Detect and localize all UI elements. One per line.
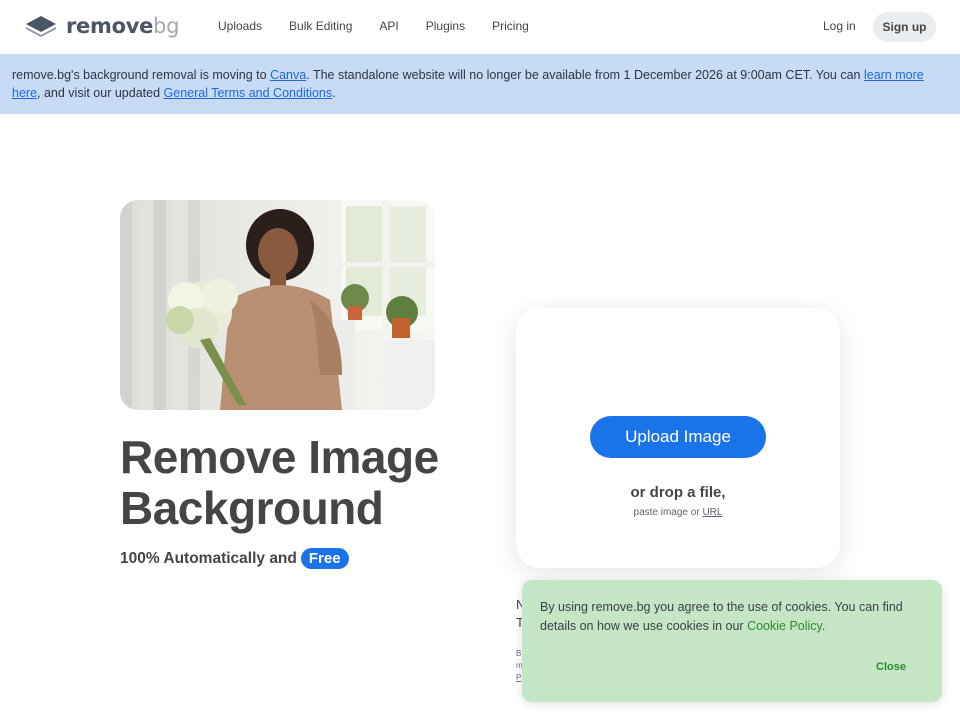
cookie-text: By using remove.bg you agree to the use … — [540, 598, 930, 636]
nav-links: Uploads Bulk Editing API Plugins Pricing — [218, 19, 556, 33]
banner-text-4: . — [332, 86, 336, 100]
login-link[interactable]: Log in — [823, 19, 856, 33]
page-title: Remove Image Background — [120, 432, 500, 534]
logo[interactable]: removebg — [24, 14, 179, 38]
announcement-banner: remove.bg's background removal is moving… — [0, 54, 960, 114]
cookie-text-2: . — [821, 619, 826, 633]
paste-url-link[interactable]: URL — [702, 507, 722, 518]
hero-image — [120, 200, 435, 410]
upload-card[interactable]: Upload Image or drop a file, paste image… — [516, 308, 840, 568]
cookie-close-button[interactable]: Close — [876, 661, 906, 673]
logo-text: removebg — [66, 14, 180, 38]
banner-text-2: . The standalone website will no longer … — [306, 68, 864, 82]
nav-link-bulk-editing[interactable]: Bulk Editing — [289, 19, 352, 33]
top-navigation: removebg Uploads Bulk Editing API Plugin… — [0, 0, 960, 54]
paste-hint-text: paste image or — [633, 507, 700, 518]
drop-file-text: or drop a file, — [630, 484, 726, 501]
terms-link[interactable]: General Terms and Conditions — [164, 86, 333, 100]
subtitle: 100% Automatically and Free — [120, 548, 349, 569]
banner-text-1: remove.bg's background removal is moving… — [12, 68, 271, 82]
cookie-consent-popup: By using remove.bg you agree to the use … — [522, 580, 942, 702]
hero-photo-illustration — [120, 200, 435, 410]
upload-image-button[interactable]: Upload Image — [590, 416, 766, 458]
cookie-text-1: By using remove.bg you agree to the use … — [540, 600, 903, 633]
nav-link-api[interactable]: API — [379, 19, 398, 33]
signup-button[interactable]: Sign up — [873, 12, 936, 42]
nav-link-uploads[interactable]: Uploads — [218, 19, 262, 33]
nav-link-pricing[interactable]: Pricing — [492, 19, 529, 33]
cookie-policy-link[interactable]: Cookie Policy — [747, 619, 822, 633]
canva-link[interactable]: Canva — [270, 68, 306, 82]
free-badge: Free — [300, 548, 349, 569]
subtitle-text: 100% Automatically and — [120, 549, 297, 567]
banner-text-3: , and visit our updated — [37, 86, 164, 100]
page-title-line-1: Remove Image — [120, 431, 439, 483]
paste-hint: paste image or URL — [516, 507, 840, 518]
logo-icon — [26, 16, 56, 37]
nav-link-plugins[interactable]: Plugins — [426, 19, 465, 33]
page-title-line-2: Background — [120, 482, 384, 534]
